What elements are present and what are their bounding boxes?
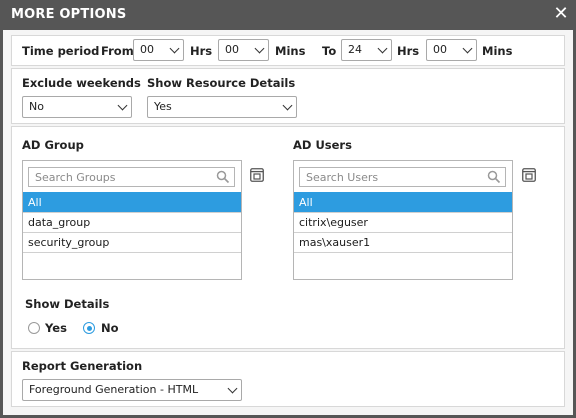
report-generation-section: Report Generation Foreground Generation …: [11, 351, 565, 407]
from-mins-unit: Mins: [275, 44, 306, 58]
time-period-section: Time period From 00 Hrs 00 Mins To 24 Hr…: [11, 35, 565, 66]
ad-users-option-mas-xauser1[interactable]: mas\xauser1: [294, 232, 512, 252]
chevron-down-icon: [282, 100, 293, 111]
from-mins-value: 00: [225, 43, 239, 56]
dialog-titlebar: MORE OPTIONS ✕: [0, 0, 576, 30]
show-details-no-radio[interactable]: [83, 322, 95, 334]
to-hrs-value: 24: [348, 43, 362, 56]
more-options-dialog: MORE OPTIONS ✕ Time period From 00 Hrs 0…: [0, 0, 576, 418]
ad-users-search: [299, 167, 506, 187]
resource-details-select[interactable]: Yes: [147, 96, 297, 118]
chevron-down-icon: [117, 100, 128, 111]
search-users-input[interactable]: [300, 168, 505, 186]
to-mins-value: 00: [433, 43, 447, 56]
to-mins-select[interactable]: 00: [426, 39, 477, 61]
dialog-body: Time period From 00 Hrs 00 Mins To 24 Hr…: [3, 30, 573, 415]
resource-details-label: Show Resource Details: [147, 76, 296, 90]
from-hrs-unit: Hrs: [190, 44, 213, 58]
ad-group-option-all[interactable]: All: [23, 192, 241, 212]
from-hrs-value: 00: [140, 43, 154, 56]
show-details-yes-label: Yes: [45, 321, 67, 335]
ad-users-option-citrix-eguser[interactable]: citrix\eguser: [294, 212, 512, 232]
to-label: To: [322, 44, 337, 58]
exclude-weekends-select[interactable]: No: [22, 96, 132, 118]
ad-users-empty-row: [294, 252, 512, 280]
ad-group-listbox: All data_group security_group: [22, 160, 242, 280]
chevron-down-icon: [169, 43, 180, 54]
show-details-yes-radio[interactable]: [28, 322, 40, 334]
chevron-down-icon: [462, 43, 473, 54]
ad-users-listbox: All citrix\eguser mas\xauser1: [293, 160, 513, 280]
to-hrs-unit: Hrs: [397, 44, 420, 58]
report-generation-label: Report Generation: [22, 359, 143, 373]
show-details-label: Show Details: [25, 297, 110, 311]
ad-group-option-data-group[interactable]: data_group: [23, 212, 241, 232]
time-period-label: Time period: [22, 44, 100, 58]
to-mins-unit: Mins: [482, 44, 513, 58]
ad-users-label: AD Users: [293, 138, 352, 152]
chevron-down-icon: [254, 43, 265, 54]
ad-group-expand-icon[interactable]: [250, 168, 264, 182]
chevron-down-icon: [377, 43, 388, 54]
ad-group-option-security-group[interactable]: security_group: [23, 232, 241, 252]
filters-section: Exclude weekends No Show Resource Detail…: [11, 68, 565, 124]
from-mins-select[interactable]: 00: [218, 39, 269, 61]
ad-users-expand-icon[interactable]: [522, 168, 536, 182]
dialog-title: MORE OPTIONS: [11, 7, 127, 22]
chevron-down-icon: [227, 383, 238, 394]
exclude-weekends-label: Exclude weekends: [22, 76, 141, 90]
search-icon: [216, 170, 230, 184]
resource-details-value: Yes: [154, 100, 172, 113]
show-details-no-label: No: [101, 321, 119, 335]
report-generation-select[interactable]: Foreground Generation - HTML: [22, 379, 242, 401]
ad-users-option-all[interactable]: All: [294, 192, 512, 212]
search-icon: [487, 170, 501, 184]
to-hrs-select[interactable]: 24: [341, 39, 392, 61]
ad-section: AD Group All data_group security_group: [11, 126, 565, 349]
report-generation-value: Foreground Generation - HTML: [29, 383, 199, 396]
ad-group-search: [28, 167, 235, 187]
from-label: From: [101, 44, 134, 58]
ad-group-empty-row: [23, 252, 241, 280]
close-icon[interactable]: ✕: [552, 4, 570, 24]
from-hrs-select[interactable]: 00: [133, 39, 184, 61]
exclude-weekends-value: No: [29, 100, 44, 113]
ad-group-label: AD Group: [22, 138, 84, 152]
search-groups-input[interactable]: [29, 168, 234, 186]
